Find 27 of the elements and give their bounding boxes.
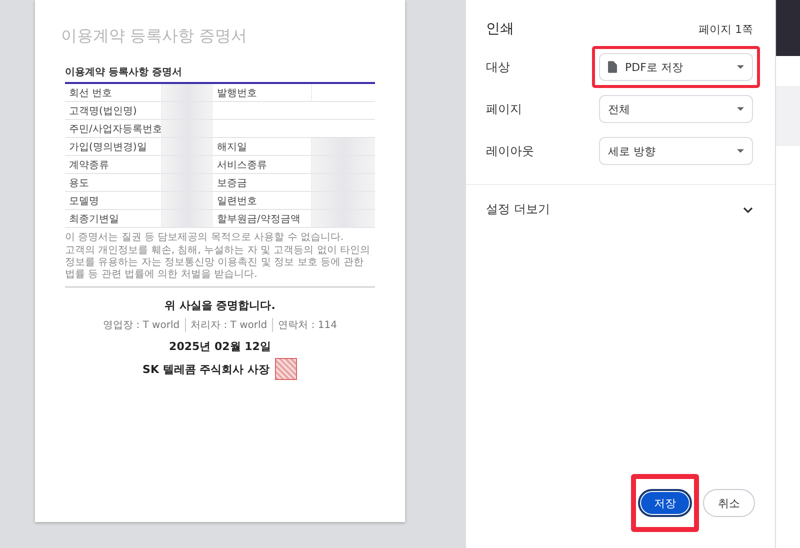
more-settings-toggle[interactable]: 설정 더보기 xyxy=(486,185,753,234)
table-title: 이용계약 등록사항 증명서 xyxy=(65,66,183,79)
setting-label: 대상 xyxy=(486,58,510,76)
confirmation-text: 위 사실을 증명합니다. xyxy=(164,298,276,313)
setting-label: 페이지 xyxy=(486,100,522,118)
issuer-info: 영업장 : T world xyxy=(102,319,181,332)
dropdown-caret-icon xyxy=(737,65,744,69)
document-heading: 이용계약 등록사항 증명서 xyxy=(61,26,248,47)
dropdown-caret-icon xyxy=(737,107,744,111)
document-icon xyxy=(608,61,617,73)
seal-stamp-icon xyxy=(275,358,298,380)
issue-date: 2025년 02월 12일 xyxy=(168,339,272,354)
issuer-info: 연락처 : 114 xyxy=(272,318,342,332)
page-count: 페이지 1쪽 xyxy=(698,22,753,36)
dropdown-caret-icon xyxy=(737,149,744,153)
notice-text: 이 증명서는 질권 등 담보제공의 목적으로 사용할 수 없습니다. xyxy=(65,232,345,244)
panel-title: 인쇄 xyxy=(486,20,514,38)
dropdown[interactable]: 세로 방향 xyxy=(599,137,753,165)
table-label: 발행번호 xyxy=(213,84,311,102)
setting-label: 레이아웃 xyxy=(486,142,534,160)
save-button[interactable]: 저장 xyxy=(638,489,692,517)
dropdown[interactable]: 전체 xyxy=(599,95,753,123)
issuer-name: SK 텔레콤 주식회사 사장 xyxy=(142,362,270,376)
dropdown[interactable]: PDF로 저장 xyxy=(599,53,753,81)
notice-text: 고객의 개인정보를 훼손, 침해, 누설하는 자 및 고객등의 없이 타인의 정보를 유용하는 자는 정보통신망 이용촉진 및 정보 보호 등에 관한 법률 등 관련 법률에 의한 처벌을 받습니다. xyxy=(65,245,371,281)
cancel-button[interactable]: 취소 xyxy=(703,489,755,517)
issuer-info: 처리자 : T world xyxy=(184,318,272,332)
